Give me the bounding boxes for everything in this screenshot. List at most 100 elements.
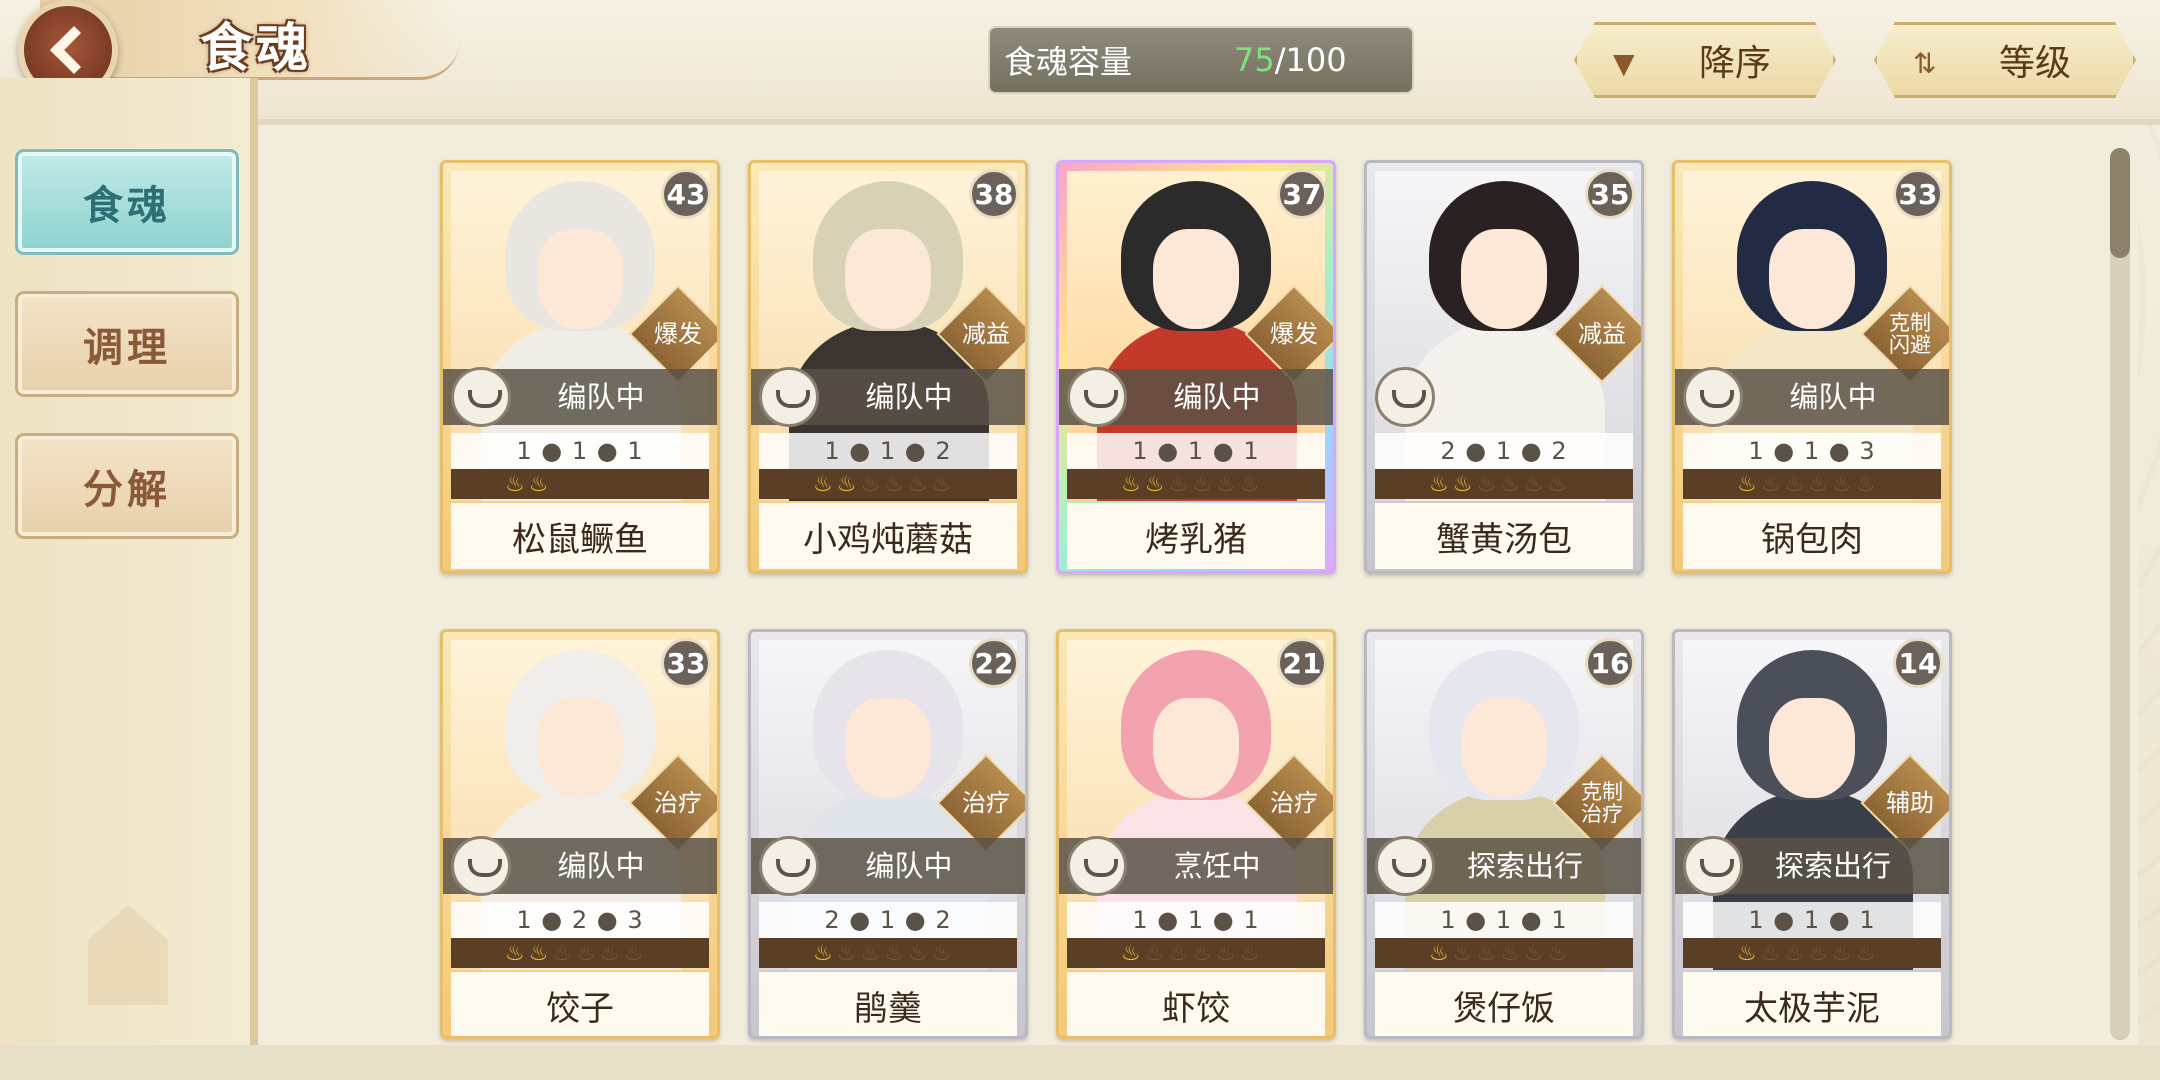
flame-icon: ♨ — [1855, 471, 1876, 497]
food-soul-card[interactable]: 35 减益 2 ● 1 ● 2 ♨ ♨ ♨ ♨ ♨ ♨ 蟹黄汤包 — [1364, 160, 1644, 574]
level-badge: 38 — [969, 169, 1019, 219]
sort-order-button[interactable]: ▼ 降序 — [1574, 22, 1836, 98]
level-badge: 22 — [969, 638, 1019, 688]
food-soul-card[interactable]: 16 克制 治疗 探索出行 1 ● 1 ● 1 ♨ ♨ ♨ ♨ ♨ ♨ 煲仔饭 — [1364, 629, 1644, 1039]
star-flames: ♨ ♨ ♨ ♨ ♨ ♨ — [1067, 938, 1325, 968]
role-label: 克制 治疗 — [1581, 780, 1623, 826]
scrollbar-track[interactable] — [2110, 148, 2130, 1040]
flame-icon: ♨ — [1168, 940, 1189, 966]
food-soul-card[interactable]: 37 爆发 编队中 1 ● 1 ● 1 ♨ ♨ ♨ ♨ ♨ ♨ 烤乳猪 — [1056, 160, 1336, 574]
flame-icon: ♨ — [1808, 471, 1828, 497]
skill-stats: 1 ● 1 ● 1 — [1067, 902, 1325, 938]
capacity-sep: / — [1274, 41, 1286, 79]
portrait-face — [845, 229, 931, 329]
flame-icon: ♨ — [623, 940, 644, 966]
food-soul-card[interactable]: 33 治疗 编队中 1 ● 2 ● 3 ♨ ♨ ♨ ♨ ♨ ♨ 饺子 — [440, 629, 720, 1039]
flame-icon: ♨ — [1855, 940, 1876, 966]
character-name: 锅包肉 — [1683, 503, 1941, 569]
flame-icon: ♨ — [1192, 471, 1212, 497]
flame-icon: ♨ — [813, 940, 833, 966]
bowl-icon — [1067, 367, 1127, 427]
level-badge: 33 — [661, 638, 711, 688]
sidebar-item-label: 食魂 — [83, 183, 171, 229]
flame-icon: ♨ — [813, 471, 833, 497]
role-label: 减益 — [1578, 320, 1626, 348]
capacity-max: 100 — [1285, 41, 1347, 79]
flame-icon: ♨ — [1121, 940, 1141, 966]
scrollbar-thumb[interactable] — [2110, 148, 2130, 258]
portrait-face — [1153, 229, 1239, 329]
flame-icon: ♨ — [907, 940, 928, 966]
food-soul-card[interactable]: 22 治疗 编队中 2 ● 1 ● 2 ♨ ♨ ♨ ♨ ♨ ♨ 鹃羹 — [748, 629, 1028, 1039]
food-soul-card[interactable]: 21 治疗 烹饪中 1 ● 1 ● 1 ♨ ♨ ♨ ♨ ♨ ♨ 虾饺 — [1056, 629, 1336, 1039]
capacity-display: 食魂容量 75 / 100 — [988, 26, 1414, 94]
level-badge: 16 — [1585, 638, 1635, 688]
level-badge: 43 — [661, 169, 711, 219]
star-flames: ♨ ♨ ♨ ♨ ♨ ♨ — [759, 938, 1017, 968]
flame-icon: ♨ — [505, 940, 525, 966]
star-flames: ♨ ♨ ♨ ♨ ♨ ♨ — [1067, 469, 1325, 499]
role-label: 治疗 — [962, 789, 1010, 817]
character-name: 饺子 — [451, 972, 709, 1036]
capacity-label: 食魂容量 — [1004, 43, 1133, 81]
flame-icon: ♨ — [1784, 471, 1805, 497]
sidebar-item-food-souls[interactable]: 食魂 — [15, 149, 239, 255]
bowl-icon — [1683, 836, 1743, 896]
flame-icon: ♨ — [1215, 940, 1236, 966]
level-badge: 35 — [1585, 169, 1635, 219]
flame-icon: ♨ — [1144, 471, 1165, 497]
role-label: 克制 闪避 — [1889, 311, 1931, 357]
sort-field-label: 等级 — [1998, 43, 2071, 84]
bowl-icon — [759, 836, 819, 896]
character-name: 煲仔饭 — [1375, 972, 1633, 1036]
skill-stats: 2 ● 1 ● 2 — [759, 902, 1017, 938]
flame-icon: ♨ — [1737, 471, 1757, 497]
flame-icon: ♨ — [1239, 471, 1260, 497]
role-label: 辅助 — [1886, 789, 1934, 817]
sort-field-button[interactable]: ⇅ 等级 — [1874, 22, 2136, 98]
flame-icon: ♨ — [528, 471, 549, 497]
level-badge: 14 — [1893, 638, 1943, 688]
sort-order-label: 降序 — [1698, 43, 1771, 84]
skill-stats: 2 ● 1 ● 2 — [1375, 433, 1633, 469]
flame-icon: ♨ — [1476, 940, 1497, 966]
bottom-strip — [0, 1045, 2160, 1080]
sidebar-item-label: 分解 — [83, 467, 171, 513]
star-flames: ♨ ♨ ♨ ♨ ♨ ♨ — [1683, 469, 1941, 499]
flame-icon: ♨ — [884, 471, 904, 497]
character-name: 松鼠鳜鱼 — [451, 503, 709, 569]
sidebar-item-condition[interactable]: 调理 — [15, 291, 239, 397]
portrait-face — [1769, 698, 1855, 798]
bowl-icon — [1375, 367, 1435, 427]
portrait-face — [1153, 698, 1239, 798]
role-label: 爆发 — [654, 320, 702, 348]
chevron-left-icon — [49, 25, 99, 75]
flame-icon: ♨ — [1808, 940, 1828, 966]
flame-icon: ♨ — [907, 471, 928, 497]
flame-icon: ♨ — [599, 940, 620, 966]
level-badge: 33 — [1893, 169, 1943, 219]
portrait-face — [537, 229, 623, 329]
bowl-icon — [1375, 836, 1435, 896]
star-flames: ♨ ♨ ♨ ♨ ♨ ♨ — [759, 469, 1017, 499]
skill-stats: 1 ● 2 ● 3 — [451, 902, 709, 938]
level-badge: 37 — [1277, 169, 1327, 219]
star-flames: ♨ ♨ ♨ ♨ ♨ ♨ — [451, 938, 709, 968]
food-soul-card[interactable]: 14 辅助 探索出行 1 ● 1 ● 1 ♨ ♨ ♨ ♨ ♨ ♨ 太极芋泥 — [1672, 629, 1952, 1039]
flame-icon: ♨ — [1760, 471, 1781, 497]
character-name: 太极芋泥 — [1683, 972, 1941, 1036]
flame-icon: ♨ — [1831, 471, 1852, 497]
food-soul-card[interactable]: 33 克制 闪避 编队中 1 ● 1 ● 3 ♨ ♨ ♨ ♨ ♨ ♨ 锅包肉 — [1672, 160, 1952, 574]
food-soul-card[interactable]: 43 爆发 编队中 1 ● 1 ● 1 ♨ ♨ 松鼠鳜鱼 — [440, 160, 720, 574]
star-flames: ♨ ♨ ♨ ♨ ♨ ♨ — [1375, 938, 1633, 968]
flame-icon: ♨ — [552, 940, 573, 966]
food-soul-card[interactable]: 38 减益 编队中 1 ● 1 ● 2 ♨ ♨ ♨ ♨ ♨ ♨ 小鸡炖蘑菇 — [748, 160, 1028, 574]
flame-icon: ♨ — [1760, 940, 1781, 966]
flame-icon: ♨ — [1831, 940, 1852, 966]
flame-icon: ♨ — [884, 940, 904, 966]
sidebar-item-decompose[interactable]: 分解 — [15, 433, 239, 539]
flame-icon: ♨ — [1215, 471, 1236, 497]
role-label: 减益 — [962, 320, 1010, 348]
flame-icon: ♨ — [1784, 940, 1805, 966]
bowl-icon — [759, 367, 819, 427]
